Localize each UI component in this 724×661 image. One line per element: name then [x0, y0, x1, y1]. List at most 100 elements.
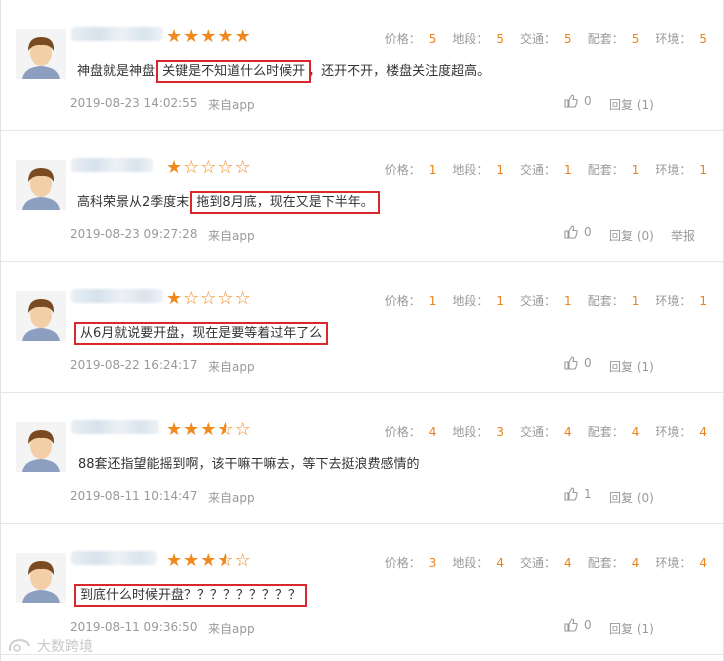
rating-transport: 交通： 1	[520, 163, 572, 177]
rating-location: 地段： 4	[452, 556, 505, 570]
avatar[interactable]	[16, 553, 66, 603]
review-source: 来自app	[208, 229, 255, 243]
review-item: ★★★☆★☆ 价格：3地段：4交通：4配套：4环境：4 到底什么时候开盘？？？？…	[1, 524, 723, 655]
sub-ratings: 价格： 3 地段： 4 交通： 4 配套： 4 环境： 4	[369, 554, 707, 571]
username-blurred	[71, 420, 159, 434]
avatar[interactable]	[16, 291, 66, 341]
sub-ratings: 价格： 1 地段： 1 交通： 1 配套： 1 环境： 1	[369, 161, 707, 178]
user-avatar-icon	[16, 553, 66, 603]
review-source: 来自app	[208, 622, 255, 636]
star-empty-icon: ☆	[217, 157, 235, 178]
star-empty-icon: ☆	[234, 288, 252, 309]
highlighted-text: 从6月就说要开盘，现在是要等着过年了么	[73, 322, 329, 345]
watermark: 大数跨境	[7, 636, 93, 656]
sub-ratings: 价格： 5 地段： 5 交通： 5 配套： 5 环境： 5	[369, 30, 707, 47]
rating-price: 价格： 1	[384, 163, 437, 177]
review-item: ★★★★★ 价格： 5 地段： 5 交通： 5 配套： 5 环境： 5 神盘就是神盘 关键是不知道…	[1, 0, 723, 131]
star-full-icon: ★	[183, 26, 201, 47]
sub-ratings: 价格： 1 地段： 1 交通： 1 配套： 1 环境： 1	[369, 292, 707, 309]
star-empty-icon: ☆	[200, 157, 218, 178]
reply-link[interactable]: 回复 (0)	[609, 489, 654, 506]
watermark-text: 大数跨境	[37, 639, 93, 655]
thumbs-up-icon	[564, 487, 578, 501]
star-empty-icon: ☆	[217, 288, 235, 309]
thumbs-up-icon	[564, 225, 578, 239]
rating-price: 价格： 4	[384, 425, 437, 439]
star-rating: ★★★☆★☆	[166, 550, 252, 572]
star-half-icon: ☆★	[217, 419, 235, 440]
reply-link[interactable]: 回复 (1)	[609, 358, 654, 375]
review-source: 来自app	[208, 98, 255, 112]
like-count: 0	[584, 225, 592, 239]
star-full-icon: ★	[166, 26, 184, 47]
rating-facilities: 配套： 4	[587, 556, 640, 570]
user-avatar-icon	[16, 291, 66, 341]
report-link[interactable]: 举报	[671, 227, 695, 244]
star-half-icon: ☆★	[217, 550, 235, 571]
review-content: 从6月就说要开盘，现在是要等着过年了么	[73, 322, 329, 345]
star-full-icon: ★	[234, 26, 252, 47]
star-full-icon: ★	[166, 419, 184, 440]
thumbs-up-icon	[564, 618, 578, 632]
star-full-icon: ★	[166, 288, 184, 309]
review-item: ★☆☆☆☆ 价格： 1 地段： 1 交通： 1 配套： 1 环境： 1 高科荣景从2季度末 拖到8…	[1, 131, 723, 262]
like-button[interactable]: 0	[564, 618, 592, 632]
reply-link[interactable]: 回复 (1)	[609, 96, 654, 113]
avatar[interactable]	[16, 160, 66, 210]
user-avatar-icon	[16, 29, 66, 79]
star-empty-icon: ☆	[234, 157, 252, 178]
star-full-icon: ★	[166, 550, 184, 571]
review-date: 2019-08-22 16:24:17	[70, 358, 198, 372]
rating-environment: 环境： 4	[655, 425, 707, 439]
sub-ratings: 价格： 4 地段： 3 交通： 4 配套： 4 环境： 4	[369, 423, 707, 440]
like-count: 0	[584, 618, 592, 632]
rating-location: 地段： 1	[452, 163, 505, 177]
thumbs-up-icon	[564, 94, 578, 108]
like-button[interactable]: 1	[564, 487, 592, 501]
review-content: 到底什么时候开盘？？？？？？？？？	[73, 584, 308, 607]
star-full-icon: ★	[200, 26, 218, 47]
highlighted-text: 关键是不知道什么时候开	[156, 60, 312, 83]
star-full-icon: ★	[200, 550, 218, 571]
rating-transport: 交通： 1	[520, 294, 572, 308]
reply-link[interactable]: 回复 (1)	[609, 620, 654, 637]
rating-facilities: 配套： 5	[587, 32, 640, 46]
star-rating: ★☆☆☆☆	[166, 157, 252, 179]
rating-location: 地段： 3	[452, 425, 505, 439]
like-button[interactable]: 0	[564, 225, 592, 239]
rating-transport: 交通： 5	[520, 32, 572, 46]
star-empty-icon: ☆	[200, 288, 218, 309]
star-rating: ★★★★★	[166, 26, 252, 48]
avatar[interactable]	[16, 29, 66, 79]
highlighted-text: 到底什么时候开盘？？？？？？？？？	[73, 584, 308, 607]
star-rating: ★☆☆☆☆	[166, 288, 252, 310]
rating-price: 价格： 3	[384, 556, 437, 570]
user-avatar-icon	[16, 160, 66, 210]
rating-price: 价格： 5	[384, 32, 437, 46]
star-full-icon: ★	[183, 419, 201, 440]
review-item: ★★★☆★☆ 价格：4地段：3交通：4配套：4环境：4 88套还指望能摇到啊，该…	[1, 393, 723, 524]
like-button[interactable]: 0	[564, 94, 592, 108]
rating-price: 价格： 1	[384, 294, 437, 308]
rating-environment: 环境： 1	[655, 294, 707, 308]
star-full-icon: ★	[183, 550, 201, 571]
review-date: 2019-08-11 10:14:47	[70, 489, 198, 503]
review-content: 88套还指望能摇到啊，该干嘛干嘛去，等下去挺浪费感情的	[78, 457, 420, 472]
star-rating: ★★★☆★☆	[166, 419, 252, 441]
rating-facilities: 配套： 1	[587, 163, 640, 177]
avatar[interactable]	[16, 422, 66, 472]
like-count: 1	[584, 487, 592, 501]
like-button[interactable]: 0	[564, 356, 592, 370]
rating-transport: 交通： 4	[520, 425, 572, 439]
review-content: 高科荣景从2季度末 拖到8月底，现在又是下半年。	[77, 191, 380, 214]
star-full-icon: ★	[200, 419, 218, 440]
review-item: ★☆☆☆☆ 价格： 1 地段： 1 交通： 1 配套： 1 环境： 1 从6月就说要开盘，现在是要…	[1, 262, 723, 393]
rating-environment: 环境： 5	[655, 32, 707, 46]
like-count: 0	[584, 356, 592, 370]
review-source: 来自app	[208, 360, 255, 374]
username-blurred	[71, 551, 157, 565]
star-empty-icon: ☆	[183, 288, 201, 309]
reply-link[interactable]: 回复 (0)	[609, 227, 654, 244]
review-date: 2019-08-11 09:36:50	[70, 620, 198, 634]
review-list: ★★★★★ 价格： 5 地段： 5 交通： 5 配套： 5 环境： 5 神盘就是神盘 关键是不知道…	[0, 0, 724, 661]
